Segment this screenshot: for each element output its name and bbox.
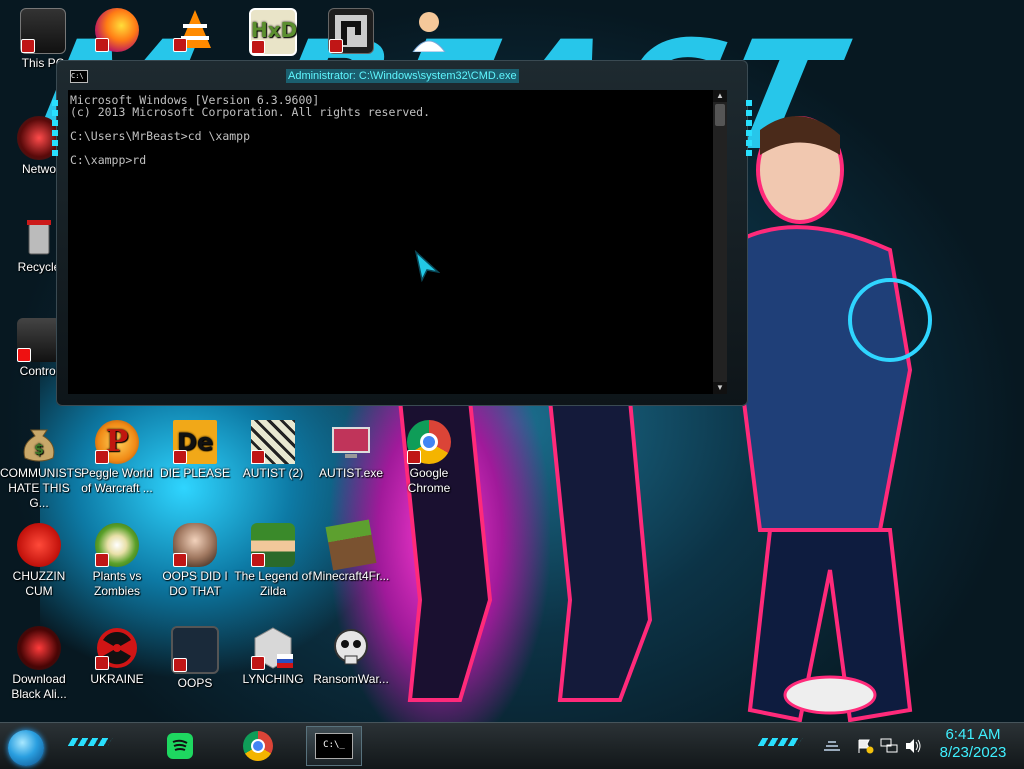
taskbar-decoration xyxy=(757,738,803,746)
autist-2-icon xyxy=(251,420,295,464)
minecraft-icon xyxy=(325,519,377,571)
desktop-icon-oops-did-i[interactable]: OOPS DID I DO THAT xyxy=(156,523,234,599)
cmd-window-icon[interactable]: C:\ xyxy=(70,70,88,83)
money-bag-icon: $ xyxy=(17,420,61,464)
doctor-icon xyxy=(407,8,451,53)
desktop-icon-label: COMMUNISTS HATE THIS G... xyxy=(0,466,82,510)
desktop-icon-hxd[interactable]: HxD xyxy=(234,8,312,58)
desktop-icon-label: OOPS xyxy=(177,676,213,690)
cmd-console-output[interactable]: Microsoft Windows [Version 6.3.9600] (c) … xyxy=(68,90,713,394)
desktop-icon-label: UKRAINE xyxy=(90,672,144,686)
flag-warning-icon xyxy=(858,739,874,754)
start-button[interactable] xyxy=(8,730,44,766)
oops-icon xyxy=(171,626,219,674)
desktop-icon-plants-vs-zombies[interactable]: Plants vs Zombies xyxy=(78,523,156,599)
network-icon xyxy=(880,738,898,753)
desktop-icon-oops[interactable]: OOPS xyxy=(156,626,234,691)
die-please-icon: De xyxy=(173,420,217,464)
desktop-icon-label: Download Black Ali... xyxy=(11,672,67,701)
black-alien-icon xyxy=(17,626,61,670)
show-hidden-icons-button[interactable] xyxy=(822,738,842,754)
cmd-icon: C:\_ xyxy=(315,733,353,759)
show-hidden-icon xyxy=(824,741,840,751)
taskbar-decoration xyxy=(67,738,113,746)
cmd-window-title: Administrator: C:\Windows\system32\CMD.e… xyxy=(286,69,519,83)
clock-time: 6:41 AM xyxy=(945,726,1001,743)
desktop-icon-label: DIE PLEASE xyxy=(159,466,231,480)
desktop-icon-label: RansomWar... xyxy=(313,672,389,686)
taskbar-cmd-button[interactable]: C:\_ xyxy=(306,726,362,766)
vlc-icon xyxy=(173,8,217,52)
desktop-icon-google-chrome[interactable]: Google Chrome xyxy=(390,420,468,496)
scroll-up-button[interactable]: ▲ xyxy=(713,90,727,102)
portrait-icon xyxy=(173,523,217,567)
desktop-icon-ukraine[interactable]: UKRAINE xyxy=(78,626,156,687)
desktop-icon-download-black-alien[interactable]: Download Black Ali... xyxy=(0,626,78,702)
spotify-icon xyxy=(167,733,193,759)
desktop-icon-label: The Legend of Zilda xyxy=(234,569,312,598)
console-line: C:\Users\MrBeast>cd \xampp xyxy=(70,129,251,143)
desktop-icon-doctor[interactable] xyxy=(390,8,468,54)
desktop-icon-label: OOPS DID I DO THAT xyxy=(162,569,228,598)
chrome-icon xyxy=(243,731,273,761)
tray-network[interactable] xyxy=(880,738,898,754)
desktop-icon-ransomware[interactable]: RansomWar... xyxy=(312,626,390,687)
desktop-icon-app[interactable] xyxy=(312,8,390,56)
scroll-down-button[interactable]: ▼ xyxy=(713,382,727,394)
desktop-icon-peggle[interactable]: P Peggle World of Warcraft ... xyxy=(78,420,156,496)
desktop-icon-label: Minecraft4Fr... xyxy=(312,569,390,583)
svg-text:$: $ xyxy=(34,442,44,458)
console-line: C:\xampp>rd xyxy=(70,153,147,167)
peggle-icon: P xyxy=(95,420,139,464)
desktop-icon-legend-of-zilda[interactable]: The Legend of Zilda xyxy=(234,523,312,599)
chrome-icon xyxy=(407,420,451,464)
desktop-icon-chuzzin[interactable]: CHUZZIN CUM xyxy=(0,523,78,599)
desktop-icon-label: Google Chrome xyxy=(407,466,451,495)
firefox-icon xyxy=(95,8,139,52)
wallpaper-character-art xyxy=(740,116,932,723)
lynching-icon xyxy=(251,626,295,670)
cmd-vertical-scrollbar[interactable]: ▲ ▼ xyxy=(713,90,727,394)
chuzzle-icon xyxy=(17,523,61,567)
desktop-icon-label: LYNCHING xyxy=(242,672,304,686)
control-panel-icon xyxy=(17,318,61,362)
desktop-icon-label: Plants vs Zombies xyxy=(92,569,142,598)
this-pc-icon xyxy=(20,8,66,54)
plants-vs-zombies-icon xyxy=(95,523,139,567)
mouse-cursor-icon xyxy=(414,250,440,282)
desktop-icon-firefox[interactable] xyxy=(78,8,156,54)
recycle-bin-icon xyxy=(17,214,61,258)
desktop-icon-autist-2[interactable]: AUTIST (2) xyxy=(234,420,312,481)
volume-icon xyxy=(906,739,921,753)
ransomware-skull-icon xyxy=(329,626,373,670)
taskbar-chrome-button[interactable] xyxy=(236,726,280,766)
cmd-titlebar[interactable]: C:\ Administrator: C:\Windows\system32\C… xyxy=(70,68,734,86)
desktop-icon-label: AUTIST.exe xyxy=(318,466,384,480)
tray-action-center[interactable] xyxy=(856,738,874,754)
desktop-icon-label: CHUZZIN CUM xyxy=(12,569,66,598)
desktop-icon-communists[interactable]: $ COMMUNISTS HATE THIS G... xyxy=(0,420,82,511)
console-line: (c) 2013 Microsoft Corporation. All righ… xyxy=(70,105,431,119)
scroll-thumb[interactable] xyxy=(715,104,725,126)
desktop-icon-lynching[interactable]: LYNCHING xyxy=(234,626,312,687)
desktop-icon-autist-exe[interactable]: AUTIST.exe xyxy=(312,420,390,481)
zelda-icon xyxy=(251,523,295,567)
app-icon xyxy=(328,8,374,54)
autist-exe-icon xyxy=(329,420,373,464)
clock-date: 8/23/2023 xyxy=(939,744,1007,761)
desktop-icon-label: Peggle World of Warcraft ... xyxy=(81,466,153,495)
desktop-icon-vlc[interactable] xyxy=(156,8,234,54)
cmd-window[interactable]: C:\ Administrator: C:\Windows\system32\C… xyxy=(52,60,752,406)
hxd-icon: HxD xyxy=(249,8,297,56)
desktop-icon-minecraft[interactable]: Minecraft4Fr... xyxy=(312,519,390,584)
radiation-icon xyxy=(95,626,139,670)
desktop-icon-die-please[interactable]: De DIE PLEASE xyxy=(156,420,234,481)
tray-volume[interactable] xyxy=(904,738,922,754)
desktop-icon-label: AUTIST (2) xyxy=(242,466,304,480)
taskbar-clock[interactable]: 6:41 AM 8/23/2023 xyxy=(930,726,1016,762)
taskbar-spotify-button[interactable] xyxy=(158,726,202,766)
